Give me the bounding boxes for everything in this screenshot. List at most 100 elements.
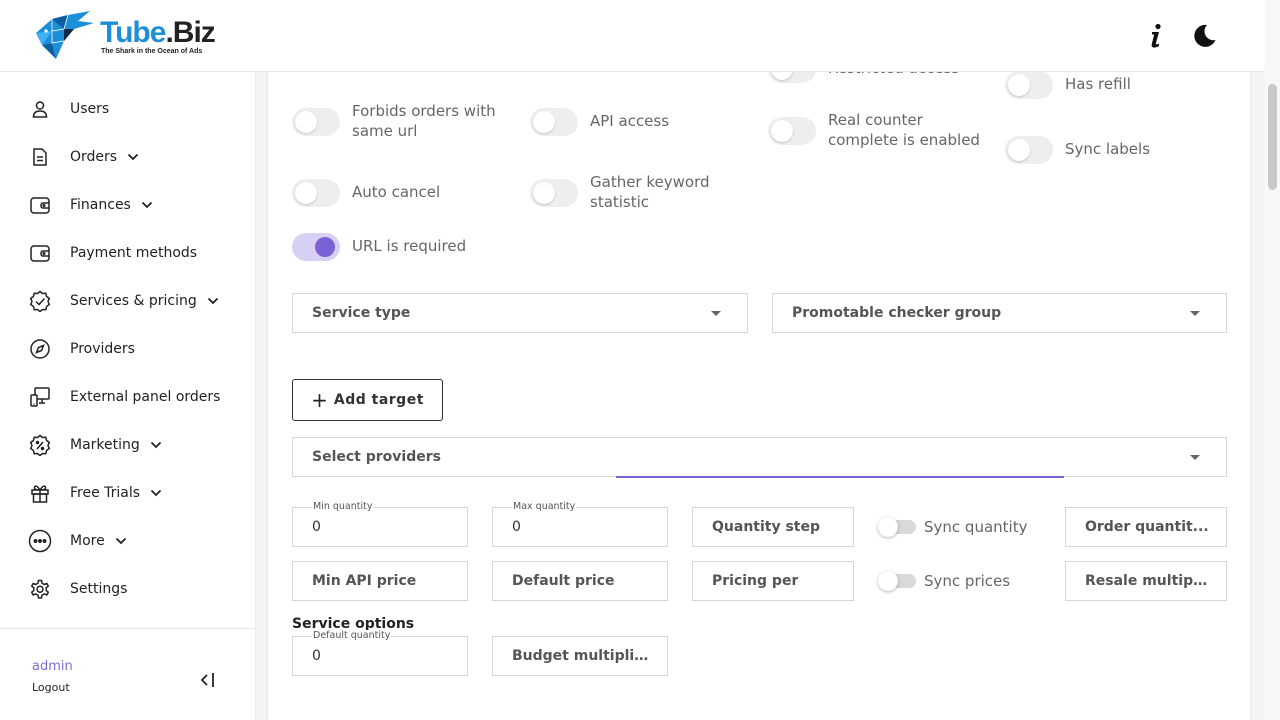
collapse-sidebar-icon[interactable]: [198, 669, 220, 691]
pricing-per-placeholder: Pricing per: [712, 573, 799, 589]
sidebar-footer: admin Logout: [0, 628, 256, 720]
chevron-down-icon[interactable]: [150, 438, 164, 452]
sidebar-item-label: Settings: [70, 581, 128, 597]
discount-icon: [28, 433, 52, 457]
sidebar-item-external-panel-orders[interactable]: External panel orders: [0, 377, 256, 417]
has-refill-label: Has refill: [1065, 75, 1131, 93]
sidebar-item-label: Free Trials: [70, 485, 141, 501]
quantity-step-field[interactable]: Quantity step: [692, 507, 854, 547]
sidebar-item-label: Services & pricing: [70, 293, 197, 309]
focus-underline: [616, 476, 1064, 478]
shark-logo-icon: [36, 11, 94, 59]
badge-check-icon: [28, 289, 52, 313]
max-quantity-field[interactable]: Max quantity 0: [492, 501, 668, 547]
service-type-select[interactable]: Service type: [292, 293, 748, 333]
sidebar-item-services-pricing[interactable]: Services & pricing: [0, 281, 256, 321]
wallet-icon: [28, 241, 52, 265]
dropdown-caret-icon: [711, 311, 721, 316]
brand-tagline: The Shark in the Ocean of Ads: [101, 48, 203, 55]
default-quantity-field[interactable]: Default quantity 0: [292, 630, 468, 676]
default-quantity-value: 0: [312, 648, 321, 664]
max-quantity-value: 0: [512, 519, 521, 535]
chevron-down-icon[interactable]: [127, 150, 141, 164]
promotable-checker-label: Promotable checker group: [792, 305, 1002, 321]
sync-quantity-label: Sync quantity: [924, 518, 1028, 536]
wallet-icon: [28, 193, 52, 217]
compass-icon: [28, 337, 52, 361]
resale-multiplier-placeholder: Resale multipli...: [1085, 573, 1209, 589]
min-api-price-field[interactable]: Min API price: [292, 561, 468, 601]
sidebar-item-label: Orders: [70, 149, 118, 165]
sidebar-item-free-trials[interactable]: Free Trials: [0, 473, 256, 513]
order-quantity-field[interactable]: Order quantit...: [1065, 507, 1227, 547]
chevron-down-icon[interactable]: [141, 198, 155, 212]
min-quantity-value: 0: [312, 519, 321, 535]
forbids-orders-label: Forbids orders with same url: [352, 102, 496, 140]
sidebar-item-label: Payment methods: [70, 245, 198, 261]
gift-icon: [28, 481, 52, 505]
moon-icon[interactable]: [1190, 22, 1218, 50]
real-counter-toggle[interactable]: [768, 117, 816, 145]
api-access-label: API access: [590, 112, 670, 130]
chevron-down-icon[interactable]: [115, 534, 129, 548]
default-price-field[interactable]: Default price: [492, 561, 668, 601]
add-target-label: Add target: [333, 392, 424, 408]
promotable-checker-select[interactable]: Promotable checker group: [772, 293, 1227, 333]
sidebar-item-marketing[interactable]: Marketing: [0, 425, 256, 465]
api-access-toggle[interactable]: [530, 108, 578, 136]
resale-multiplier-field[interactable]: Resale multipli...: [1065, 561, 1227, 601]
current-user-name[interactable]: admin: [32, 659, 73, 674]
select-providers-label: Select providers: [312, 449, 441, 465]
sync-labels-label: Sync labels: [1065, 140, 1151, 158]
auto-cancel-toggle[interactable]: [292, 179, 340, 207]
sidebar-item-label: Providers: [70, 341, 135, 357]
top-header: Tube.Biz The Shark in the Ocean of Ads: [0, 0, 1265, 72]
budget-multiplier-placeholder: Budget multipli...: [512, 648, 650, 664]
brand-name: Tube.Biz: [100, 16, 216, 49]
logout-link[interactable]: Logout: [32, 681, 70, 694]
sync-quantity-toggle[interactable]: [878, 517, 916, 537]
page-scrollbar[interactable]: [1265, 0, 1280, 720]
info-icon[interactable]: [1142, 22, 1170, 50]
select-providers-select[interactable]: Select providers: [292, 437, 1227, 477]
default-quantity-label: Default quantity: [312, 630, 392, 641]
sidebar-item-label: External panel orders: [70, 389, 221, 405]
add-target-button[interactable]: + Add target: [292, 379, 443, 421]
url-required-label: URL is required: [352, 237, 467, 255]
sidebar-item-label: Users: [70, 101, 110, 117]
dropdown-caret-icon: [1190, 311, 1200, 316]
quantity-step-placeholder: Quantity step: [712, 519, 821, 535]
budget-multiplier-field[interactable]: Budget multipli...: [492, 636, 668, 676]
sidebar-item-settings[interactable]: Settings: [0, 569, 256, 609]
real-counter-label: Real counter complete is enabled: [828, 111, 980, 149]
url-required-toggle[interactable]: [292, 233, 340, 261]
sidebar-item-finances[interactable]: Finances: [0, 185, 256, 225]
default-price-placeholder: Default price: [512, 573, 615, 589]
brand-logo[interactable]: Tube.Biz The Shark in the Ocean of Ads: [34, 11, 224, 61]
order-quantity-placeholder: Order quantit...: [1085, 519, 1209, 535]
sidebar-item-label: More: [70, 533, 105, 549]
gather-keyword-toggle[interactable]: [530, 179, 578, 207]
pricing-per-field[interactable]: Pricing per: [692, 561, 854, 601]
sidebar-item-more[interactable]: More: [0, 521, 256, 561]
has-refill-toggle[interactable]: [1005, 71, 1053, 99]
plus-icon: +: [311, 388, 328, 412]
devices-icon: [28, 385, 52, 409]
sidebar-item-payment-methods[interactable]: Payment methods: [0, 233, 256, 273]
sidebar-item-orders[interactable]: Orders: [0, 137, 256, 177]
chevron-down-icon[interactable]: [207, 294, 221, 308]
auto-cancel-label: Auto cancel: [352, 183, 441, 201]
more-icon: [28, 529, 52, 553]
scrollbar-thumb[interactable]: [1268, 84, 1277, 190]
gather-keyword-label: Gather keyword statistic: [590, 173, 710, 211]
sync-labels-toggle[interactable]: [1005, 136, 1053, 164]
service-type-label: Service type: [312, 305, 411, 321]
chevron-down-icon[interactable]: [150, 486, 164, 500]
min-quantity-field[interactable]: Min quantity 0: [292, 501, 468, 547]
sidebar-item-providers[interactable]: Providers: [0, 329, 256, 369]
sync-prices-toggle[interactable]: [878, 571, 916, 591]
sidebar-item-users[interactable]: Users: [0, 89, 256, 129]
sidebar: Users Orders Finances Payment methods Se…: [0, 72, 256, 720]
sync-prices-label: Sync prices: [924, 572, 1011, 590]
forbids-orders-toggle[interactable]: [292, 108, 340, 136]
